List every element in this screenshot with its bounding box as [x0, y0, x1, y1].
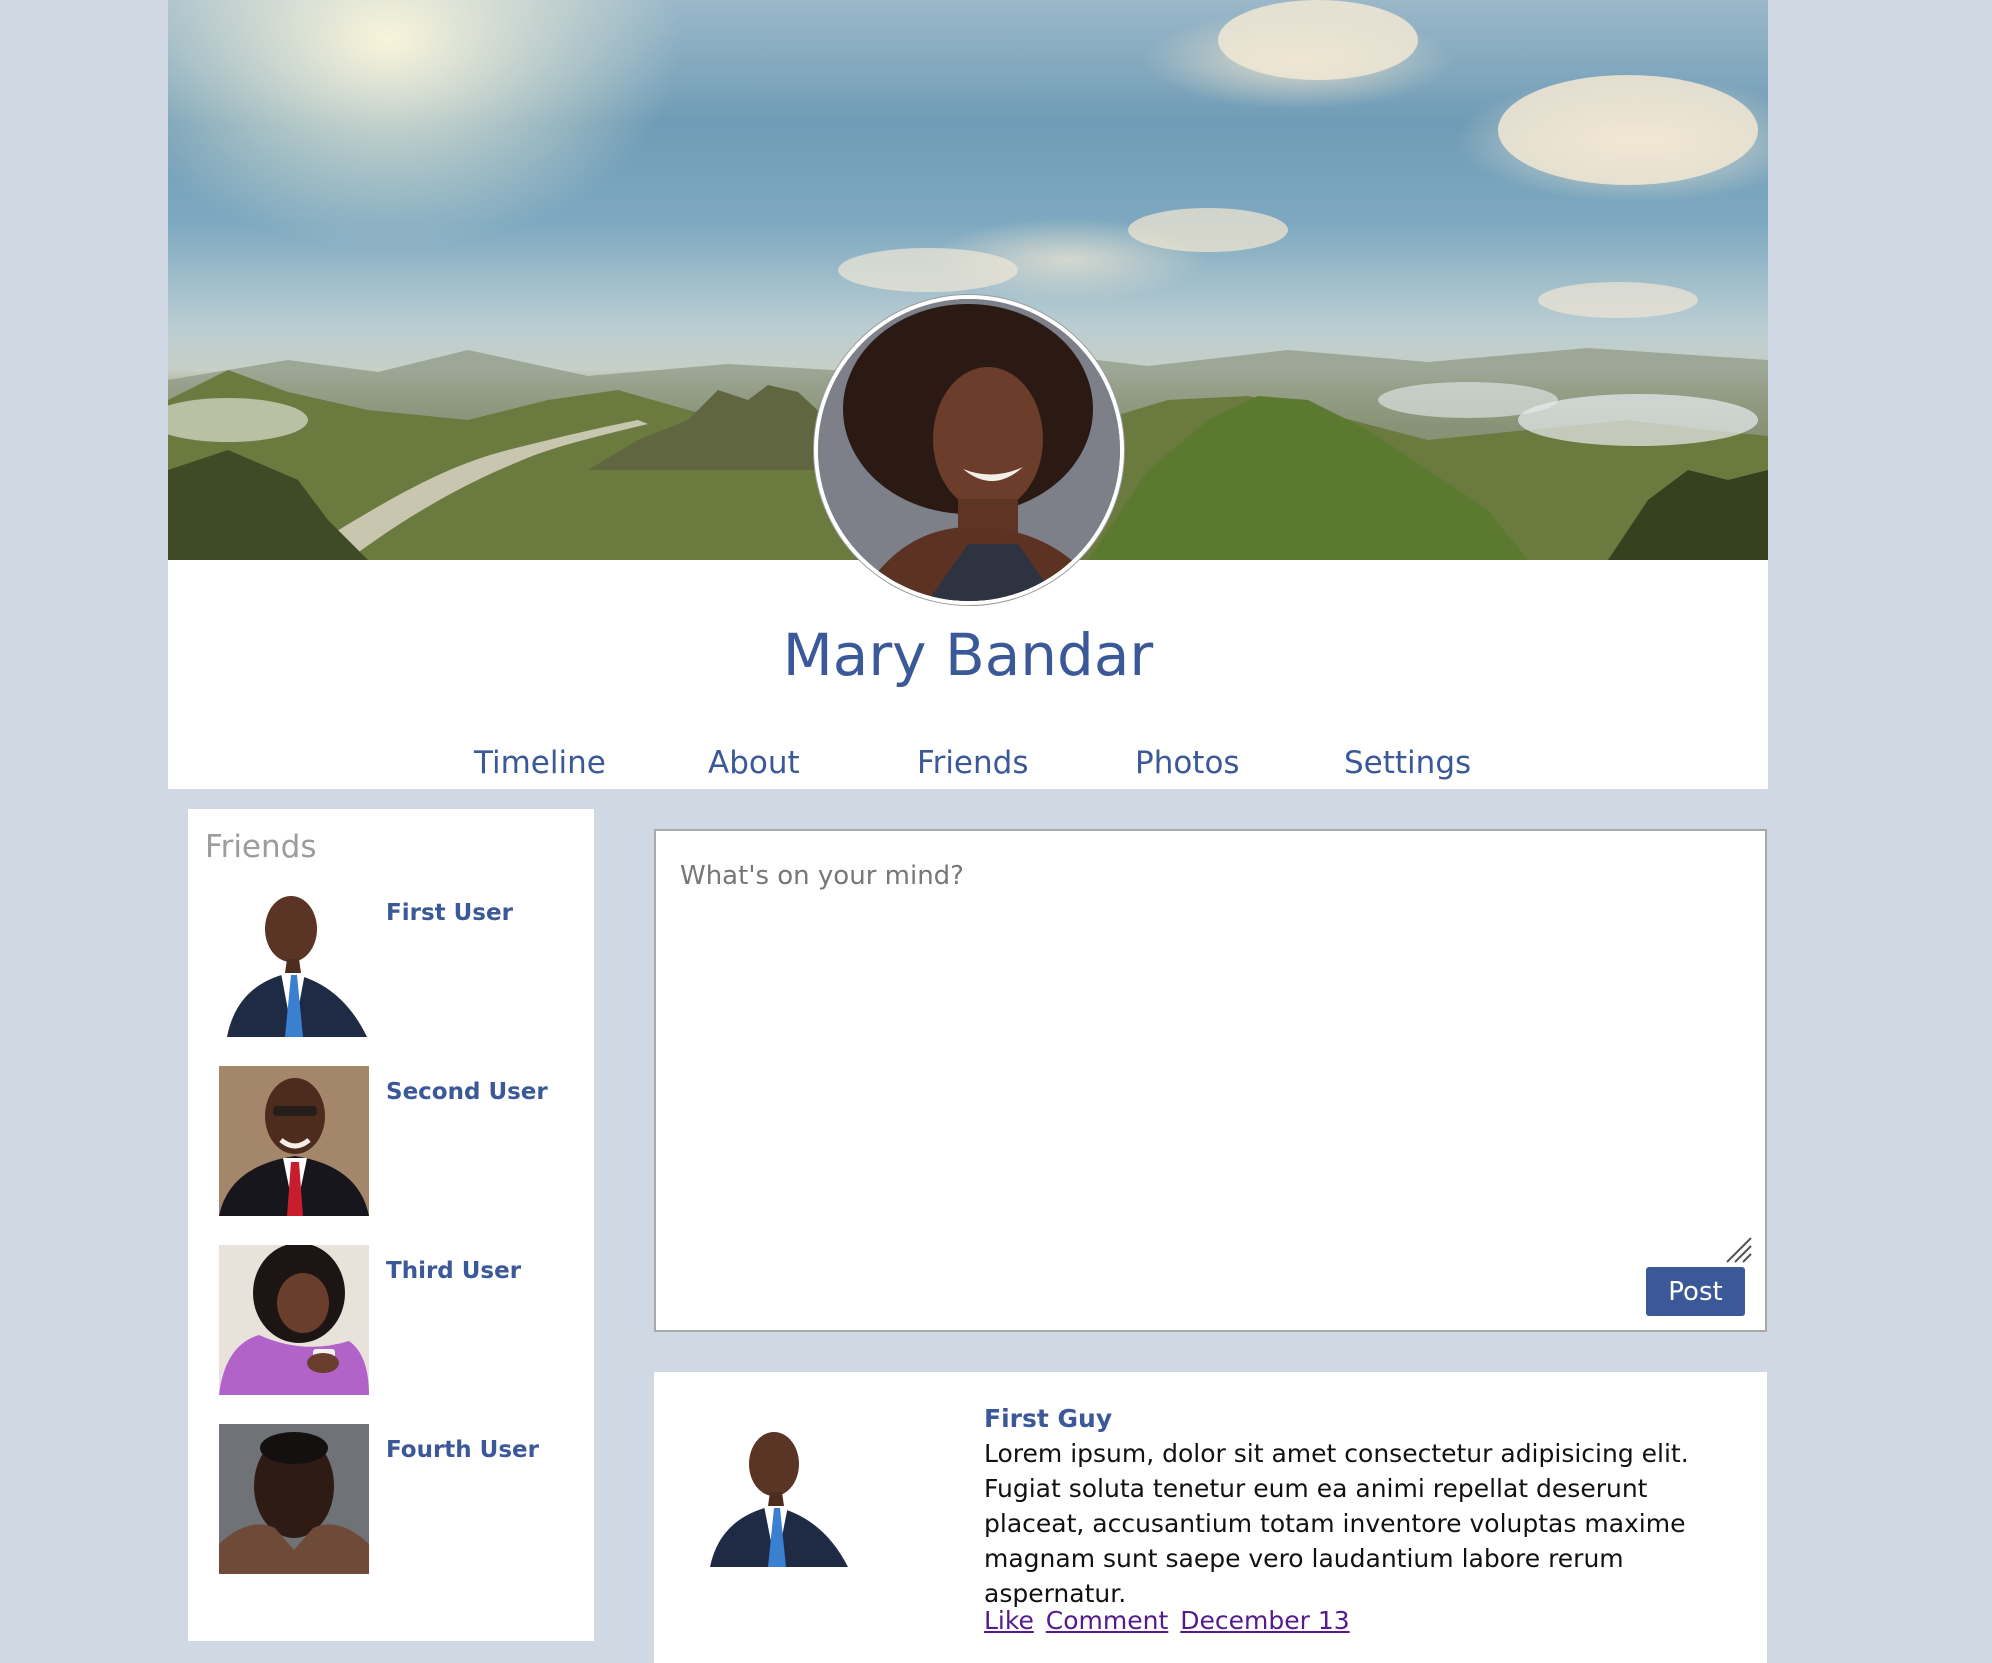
profile-name: Mary Bandar [782, 621, 1154, 689]
friend-photo-image [219, 1424, 369, 1574]
post-date-link[interactable]: December 13 [1180, 1606, 1349, 1635]
profile-photo [818, 299, 1120, 601]
post-body-text: Lorem ipsum, dolor sit amet consectetur … [984, 1439, 1689, 1608]
profile-avatar[interactable] [813, 294, 1125, 606]
feed-post: First Guy Lorem ipsum, dolor sit amet co… [654, 1372, 1767, 1663]
friend-item[interactable]: Third User [219, 1245, 579, 1395]
friend-name[interactable]: Fourth User [386, 1437, 539, 1463]
tab-friends[interactable]: Friends [917, 738, 1028, 788]
like-link[interactable]: Like [984, 1606, 1034, 1635]
tab-about[interactable]: About [708, 738, 800, 788]
friends-panel-title: Friends [205, 829, 317, 865]
status-input[interactable] [656, 831, 1765, 1330]
post-button[interactable]: Post [1646, 1267, 1745, 1316]
friend-photo-image [219, 887, 369, 1037]
friend-photo[interactable] [219, 1066, 369, 1216]
comment-link[interactable]: Comment [1046, 1606, 1169, 1635]
friends-panel: Friends First User Second User Third Use… [188, 809, 594, 1641]
post-author-name[interactable]: First Guy [984, 1402, 1112, 1436]
tab-timeline[interactable]: Timeline [474, 738, 606, 788]
friend-item[interactable]: Fourth User [219, 1424, 579, 1574]
tab-photos[interactable]: Photos [1135, 738, 1240, 788]
friend-item[interactable]: Second User [219, 1066, 579, 1216]
post-actions: Like Comment December 13 [984, 1604, 1354, 1638]
friend-photo-image [219, 1066, 369, 1216]
friend-photo[interactable] [219, 887, 369, 1037]
friend-photo-image [219, 1245, 369, 1395]
friend-name[interactable]: Third User [386, 1258, 521, 1284]
profile-header: Mary Bandar Timeline About Friends Photo… [168, 0, 1768, 789]
friend-photo[interactable] [219, 1245, 369, 1395]
post-composer: Post [654, 829, 1767, 1332]
resize-handle-icon[interactable] [1725, 1236, 1753, 1264]
tab-settings[interactable]: Settings [1344, 738, 1471, 788]
friend-photo[interactable] [219, 1424, 369, 1574]
author-photo [704, 1422, 849, 1567]
friend-name[interactable]: Second User [386, 1079, 548, 1105]
friend-item[interactable]: First User [219, 887, 579, 1037]
profile-nav: Timeline About Friends Photos Settings [168, 738, 1768, 788]
avatar [818, 299, 1120, 601]
profile-page: Mary Bandar Timeline About Friends Photo… [0, 0, 1992, 1663]
post-author-avatar[interactable] [704, 1422, 849, 1567]
friend-name[interactable]: First User [386, 900, 513, 926]
